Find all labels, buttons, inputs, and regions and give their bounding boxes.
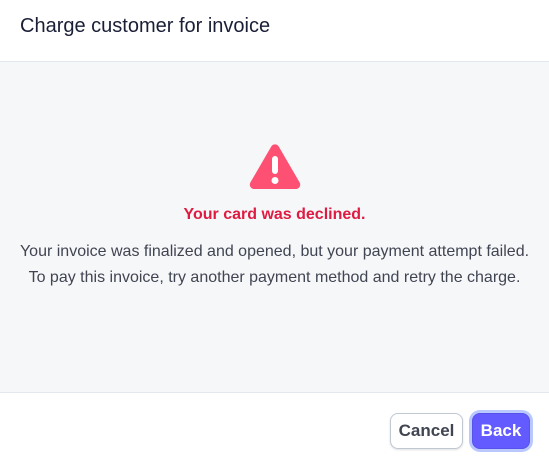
error-title: Your card was declined.: [183, 206, 366, 223]
error-message: Your invoice was finalized and opened, b…: [19, 243, 530, 286]
back-button[interactable]: Back: [472, 413, 530, 449]
warning-triangle-icon: [249, 144, 301, 189]
dialog-body: Your card was declined. Your invoice was…: [0, 62, 549, 393]
dialog-footer: Cancel Back: [0, 393, 549, 461]
dialog-header: Charge customer for invoice: [0, 0, 549, 62]
charge-invoice-dialog: Charge customer for invoice Your card wa…: [0, 0, 549, 461]
cancel-button[interactable]: Cancel: [390, 413, 463, 449]
dialog-title: Charge customer for invoice: [20, 15, 271, 37]
